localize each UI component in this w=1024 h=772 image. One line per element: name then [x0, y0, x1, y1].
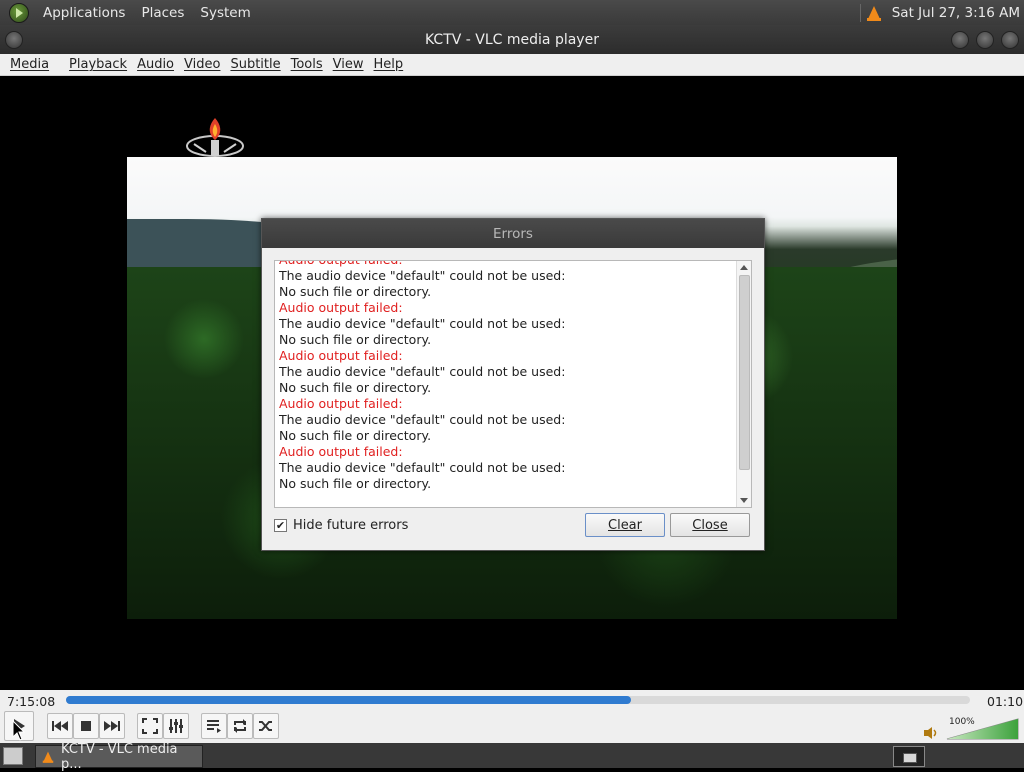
- fullscreen-icon: [142, 718, 158, 734]
- panel-menu-applications[interactable]: Applications: [35, 5, 133, 21]
- playback-controls: 7:15:08 01:10 100%: [0, 690, 1024, 743]
- stop-button[interactable]: [73, 713, 99, 739]
- top-panel: Applications Places System Sat Jul 27, 3…: [0, 0, 1024, 25]
- shuffle-button[interactable]: [253, 713, 279, 739]
- error-log-line-error: Audio output failed:: [279, 261, 735, 268]
- remaining-time[interactable]: 01:10: [987, 694, 1023, 709]
- error-log[interactable]: Audio output failed:The audio device "de…: [274, 260, 752, 508]
- minimize-icon[interactable]: [951, 31, 969, 49]
- error-log-line-error: Audio output failed:: [279, 300, 403, 315]
- scroll-thumb[interactable]: [739, 275, 750, 470]
- next-icon: [104, 721, 120, 731]
- errors-dialog: Errors Audio output failed:The audio dev…: [261, 218, 765, 551]
- shuffle-icon: [259, 721, 272, 731]
- taskbar-task-label: KCTV - VLC media p...: [61, 741, 178, 772]
- error-log-line: No such file or directory.: [279, 476, 432, 491]
- playlist-icon: [207, 720, 221, 733]
- close-window-icon[interactable]: [1001, 31, 1019, 49]
- menu-video[interactable]: Video: [181, 57, 227, 72]
- equalizer-icon: [169, 719, 183, 733]
- error-log-line: No such file or directory.: [279, 284, 432, 299]
- window-titlebar[interactable]: KCTV - VLC media player: [0, 25, 1024, 54]
- error-log-line: The audio device "default" could not be …: [279, 268, 566, 283]
- kctv-logo: [186, 118, 244, 157]
- error-log-line: The audio device "default" could not be …: [279, 364, 566, 379]
- menu-view[interactable]: View: [330, 57, 371, 72]
- stop-icon: [81, 721, 91, 731]
- elapsed-time[interactable]: 7:15:08: [7, 694, 55, 709]
- previous-icon: [52, 721, 68, 731]
- dialog-footer: ✔ Hide future errors Clear Close: [274, 512, 752, 538]
- hide-future-errors-checkbox[interactable]: ✔: [274, 518, 287, 532]
- show-desktop-icon[interactable]: [3, 747, 23, 765]
- clear-button[interactable]: Clear: [585, 513, 665, 537]
- volume-slider[interactable]: [946, 718, 1020, 740]
- close-button-label: Close: [692, 517, 728, 533]
- extended-settings-button[interactable]: [163, 713, 189, 739]
- workspace-switcher[interactable]: [893, 746, 925, 767]
- error-log-content: Audio output failed:The audio device "de…: [279, 261, 735, 492]
- previous-button[interactable]: [47, 713, 73, 739]
- menu-audio[interactable]: Audio: [134, 57, 181, 72]
- panel-clock[interactable]: Sat Jul 27, 3:16 AM: [892, 5, 1020, 21]
- applications-logo-icon[interactable]: [9, 2, 29, 23]
- loop-button[interactable]: [227, 713, 253, 739]
- playlist-button[interactable]: [201, 713, 227, 739]
- error-log-line: The audio device "default" could not be …: [279, 460, 566, 475]
- log-scrollbar[interactable]: [736, 261, 751, 507]
- error-log-line: No such file or directory.: [279, 428, 432, 443]
- maximize-icon[interactable]: [976, 31, 994, 49]
- video-area[interactable]: Errors Audio output failed:The audio dev…: [0, 76, 1024, 690]
- dialog-title[interactable]: Errors: [262, 219, 764, 248]
- hide-future-errors-label[interactable]: Hide future errors: [293, 518, 408, 533]
- speaker-icon[interactable]: [923, 726, 941, 740]
- error-log-line: No such file or directory.: [279, 380, 432, 395]
- error-log-line-error: Audio output failed:: [279, 396, 403, 411]
- window-title: KCTV - VLC media player: [425, 31, 599, 48]
- loop-icon: [234, 719, 246, 733]
- error-log-line: No such file or directory.: [279, 332, 432, 347]
- menubar: Media Playback Audio Video Subtitle Tool…: [0, 54, 1024, 76]
- vlc-cone-icon[interactable]: [866, 6, 881, 21]
- panel-menu-places[interactable]: Places: [133, 5, 192, 21]
- panel-separator: [859, 3, 861, 22]
- menu-help[interactable]: Help: [371, 57, 411, 72]
- seek-slider[interactable]: [66, 696, 970, 704]
- menu-media[interactable]: Media: [0, 57, 56, 72]
- menu-playback[interactable]: Playback: [56, 57, 134, 72]
- panel-menu-system[interactable]: System: [192, 5, 258, 21]
- seek-progress: [66, 696, 631, 704]
- bottom-taskbar: KCTV - VLC media p...: [0, 742, 1024, 772]
- menu-tools[interactable]: Tools: [288, 57, 330, 72]
- taskbar-task-vlc[interactable]: KCTV - VLC media p...: [35, 742, 203, 772]
- close-button[interactable]: Close: [670, 513, 750, 537]
- fullscreen-button[interactable]: [137, 713, 163, 739]
- next-button[interactable]: [99, 713, 125, 739]
- scroll-down-icon[interactable]: [740, 498, 748, 503]
- mouse-cursor-icon: [12, 720, 26, 741]
- scroll-up-icon[interactable]: [740, 265, 748, 270]
- error-log-line-error: Audio output failed:: [279, 348, 403, 363]
- error-log-line: The audio device "default" could not be …: [279, 412, 566, 427]
- window-menu-icon[interactable]: [5, 31, 23, 49]
- vlc-task-icon: [42, 751, 54, 763]
- error-log-line-error: Audio output failed:: [279, 444, 403, 459]
- menu-subtitle[interactable]: Subtitle: [227, 57, 287, 72]
- error-log-line: The audio device "default" could not be …: [279, 316, 566, 331]
- clear-button-label: Clear: [608, 517, 642, 533]
